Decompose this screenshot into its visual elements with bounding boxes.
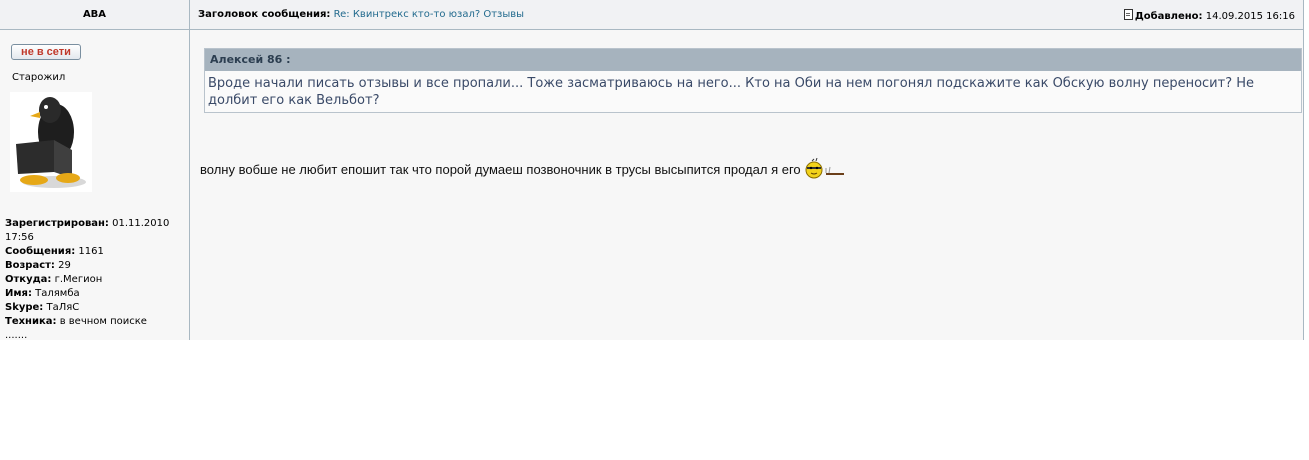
author-sidebar: не в сети Старожил Зарегистрирован: 01.1…: [0, 30, 190, 343]
post-author-header: ABA: [0, 0, 190, 30]
profile-trailing: .......: [5, 330, 28, 341]
subject-label: Заголовок сообщения:: [198, 9, 331, 20]
quote-block: Алексей 86 : Вроде начали писать отзывы …: [204, 48, 1302, 113]
user-rank: Старожил: [12, 72, 66, 83]
offline-status-button[interactable]: не в сети: [11, 44, 81, 60]
date-value: 14.09.2015 16:16: [1205, 11, 1295, 22]
post-subject-header: Заголовок сообщения: Re: Квинтрекс кто-т…: [190, 0, 1303, 30]
quote-author: Алексей 86 :: [205, 49, 1301, 71]
message-content: волну вобше не любит епошит так что поро…: [200, 162, 801, 177]
profile-row-posts: Сообщения: 1161: [5, 246, 104, 257]
profile-row-skype: Skype: ТаЛяС: [5, 302, 80, 313]
author-name[interactable]: ABA: [0, 9, 189, 20]
subject-link[interactable]: Re: Квинтрекс кто-то юзал? Отзывы: [334, 9, 524, 20]
quote-text: Вроде начали писать отзывы и все пропали…: [208, 76, 1255, 108]
profile-row-equipment: Техника: в вечном поиске: [5, 316, 147, 327]
subject: Заголовок сообщения: Re: Квинтрекс кто-т…: [198, 9, 524, 20]
profile-row-location: Откуда: г.Мегион: [5, 274, 103, 285]
profile-row-registered: Зарегистрирован: 01.11.2010 17:56: [5, 218, 170, 243]
forum-post: ABA Заголовок сообщения: Re: Квинтрекс к…: [0, 0, 1304, 343]
post-body: Алексей 86 : Вроде начали писать отзывы …: [190, 30, 1303, 340]
post-file-icon[interactable]: [1123, 9, 1133, 20]
profile-row-age: Возраст: 29: [5, 260, 71, 271]
post-date: Добавлено: 14.09.2015 16:16: [1123, 9, 1295, 22]
penguin-with-laptop-icon: [10, 92, 92, 192]
smoking-smiley-icon: [805, 158, 845, 179]
profile-details: Зарегистрирован: 01.11.2010 17:56 Сообще…: [5, 217, 185, 343]
profile-row-name: Имя: Талямба: [5, 288, 80, 299]
date-label: Добавлено:: [1134, 11, 1203, 22]
message-text: волну вобше не любит епошит так что поро…: [200, 158, 846, 180]
